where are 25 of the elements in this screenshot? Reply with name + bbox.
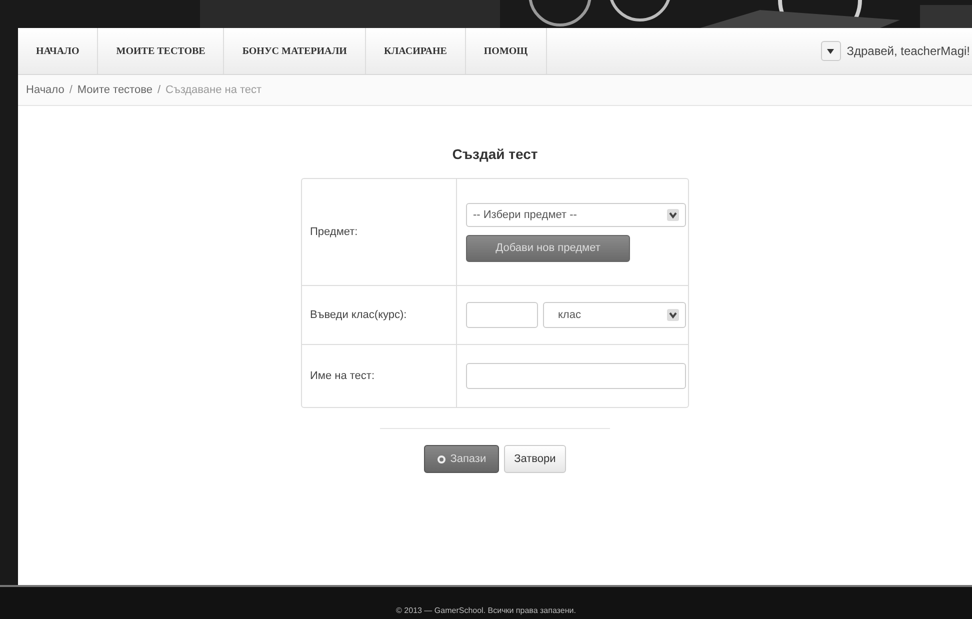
dropdown-arrow-icon (667, 208, 679, 220)
breadcrumb-current: Създаване на тест (166, 84, 262, 96)
field-label: Име на тест: (310, 370, 375, 382)
breadcrumb-link[interactable]: Начало (26, 84, 64, 96)
dropdown-button[interactable] (820, 41, 841, 61)
field-label: Въведи клас(курс): (310, 309, 407, 321)
nav-link[interactable]: КЛАСИРАНЕ (366, 28, 466, 74)
breadcrumb-separator: / (69, 84, 72, 96)
copyright-text: © 2013 — GamerSchool. Всички права запазени. (396, 606, 576, 615)
grade-select[interactable]: клас (543, 302, 686, 328)
nav-link[interactable]: НАЧАЛО (18, 28, 98, 74)
grade-input[interactable] (466, 302, 538, 328)
user-greeting: Здравей, teacherMagi! (846, 43, 971, 60)
form-title: Създай тест (452, 146, 538, 162)
nav-link[interactable]: БОНУС МАТЕРИАЛИ (224, 28, 366, 74)
nav-link[interactable]: ПОМОЩ (466, 28, 547, 74)
breadcrumb-separator: / (157, 84, 160, 96)
field-label: Предмет: (310, 226, 358, 238)
test-name-input[interactable] (466, 363, 686, 389)
breadcrumb-link[interactable]: Моите тестове (77, 84, 152, 96)
dropdown-arrow-icon (667, 309, 679, 321)
nav-link[interactable]: МОИТЕ ТЕСТОВЕ (98, 28, 224, 74)
caret-icon (827, 48, 834, 54)
subject-select[interactable]: -- Избери предмет -- (466, 202, 686, 226)
close-button[interactable]: Затвори (504, 445, 566, 473)
